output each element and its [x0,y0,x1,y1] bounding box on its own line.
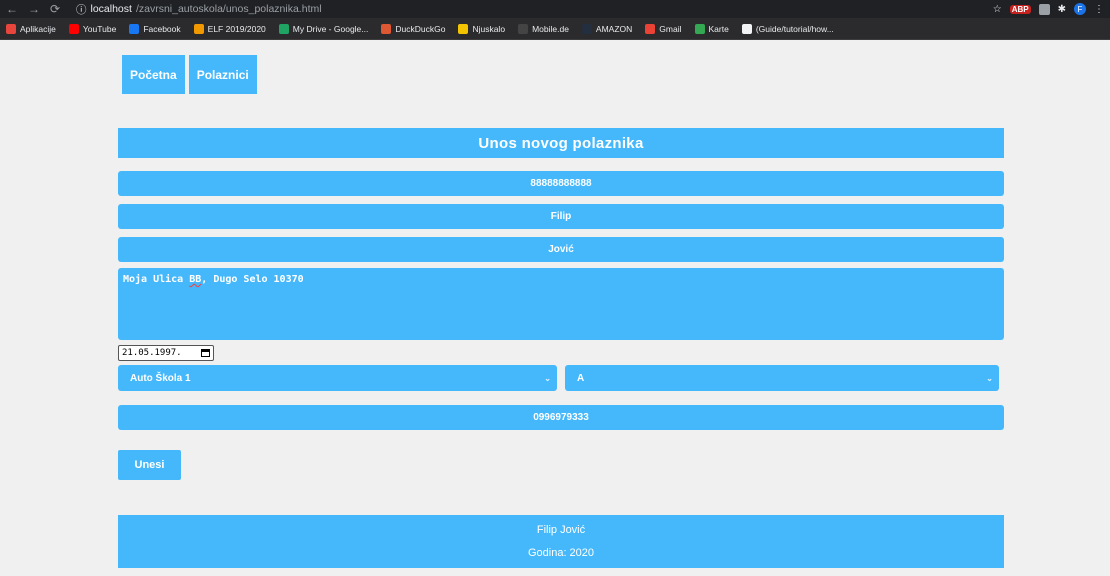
amazon-icon [581,23,592,34]
page-icon [741,23,752,34]
bookmark-label: Karte [708,23,729,34]
profile-icon[interactable]: F [1074,3,1086,15]
last-name-input[interactable]: Jović [118,237,1004,262]
nav-students-link[interactable]: Polaznici [188,55,257,94]
main-nav: Početna Polaznici [122,55,257,94]
page-content: Početna Polaznici Unos novog polaznika 8… [0,40,1110,576]
njuskalo-icon [458,23,469,34]
calendar-icon[interactable] [201,349,210,357]
address-text: Moja Ulica BB, Dugo Selo 10370 [123,274,304,285]
submit-button[interactable]: Unesi [118,450,181,480]
category-select[interactable]: A ⌄ [565,365,999,391]
bookmark-item[interactable]: Gmail [645,23,682,34]
nav-home-link[interactable]: Početna [122,55,185,94]
bookmark-item[interactable]: Facebook [129,23,181,34]
menu-icon[interactable]: ⋮ [1094,4,1104,15]
footer-author: Filip Jović [536,523,586,536]
bookmark-item[interactable]: (Guide/tutorial/how... [741,23,834,34]
bookmarks-bar: Aplikacije YouTube Facebook ELF 2019/2020 My… [0,18,1110,40]
bookmark-label: AMAZON [595,23,633,34]
youtube-icon [68,23,79,34]
info-icon[interactable]: ⓘ [76,2,87,17]
bookmark-item[interactable]: Aplikacije [6,23,56,34]
adblock-icon[interactable]: ABP [1009,4,1031,14]
first-name-input[interactable]: Filip [118,204,1004,229]
form-title: Unos novog polaznika [118,128,1004,158]
bookmark-item[interactable]: Karte [694,23,729,34]
duckduckgo-icon [381,23,392,34]
apps-icon [6,23,16,34]
bookmark-item[interactable]: DuckDuckGo [381,23,446,34]
extensions: ☆ ABP ✱ F ⋮ [993,3,1104,15]
address-bar[interactable]: ⓘ localhost/zavrsni_autoskola/unos_polaz… [76,2,993,17]
bookmark-label: YouTube [82,23,117,34]
puzzle-icon[interactable]: ✱ [1058,4,1066,15]
back-icon[interactable]: ← [6,2,18,16]
facebook-icon [129,23,140,34]
bookmark-item[interactable]: Mobile.de [518,23,569,34]
drive-icon [278,23,289,34]
oib-input[interactable]: 88888888888 [118,171,1004,196]
extension-icon[interactable] [1038,3,1050,15]
browser-nav: ← → ⟳ [6,2,76,16]
bookmark-item[interactable]: YouTube [68,23,117,34]
bookmark-item[interactable]: My Drive - Google... [278,23,369,34]
bookmark-item[interactable]: ELF 2019/2020 [193,23,266,34]
bookmark-label: Mobile.de [532,23,569,34]
bookmark-item[interactable]: AMAZON [581,23,633,34]
phone-input[interactable]: 0996979333 [118,405,1004,430]
footer-year: Godina: 2020 [527,547,595,560]
chevron-down-icon: ⌄ [986,373,993,383]
bookmark-item[interactable]: Njuskalo [458,23,506,34]
gmail-icon [645,23,656,34]
bookmark-label: My Drive - Google... [292,23,369,34]
url-host: localhost [90,3,132,15]
mobilede-icon [518,23,529,34]
maps-icon [694,23,705,34]
category-select-value: A [577,372,585,384]
school-select[interactable]: Auto Škola 1 ⌄ [118,365,557,391]
bookmark-label: DuckDuckGo [395,23,446,34]
bookmark-label: Aplikacije [20,23,56,34]
reload-icon[interactable]: ⟳ [50,2,60,16]
chevron-down-icon: ⌄ [544,373,551,383]
bookmark-label: Njuskalo [472,23,506,34]
bookmark-label: Gmail [659,23,682,34]
star-icon[interactable]: ☆ [993,4,1002,15]
elf-icon [193,23,204,34]
address-textarea[interactable]: Moja Ulica BB, Dugo Selo 10370 [118,268,1004,340]
browser-toolbar: ← → ⟳ ⓘ localhost/zavrsni_autoskola/unos… [0,0,1110,18]
bookmark-label: Facebook [143,23,181,34]
school-select-value: Auto Škola 1 [130,372,191,384]
footer: Filip Jović Godina: 2020 [118,515,1004,568]
bookmark-label: (Guide/tutorial/how... [755,23,834,34]
bookmark-label: ELF 2019/2020 [207,23,266,34]
url-path: /zavrsni_autoskola/unos_polaznika.html [135,3,322,15]
birth-date-value: 21.05.1997. [122,348,182,358]
birth-date-input[interactable]: 21.05.1997. [118,345,214,361]
forward-icon[interactable]: → [28,2,40,16]
